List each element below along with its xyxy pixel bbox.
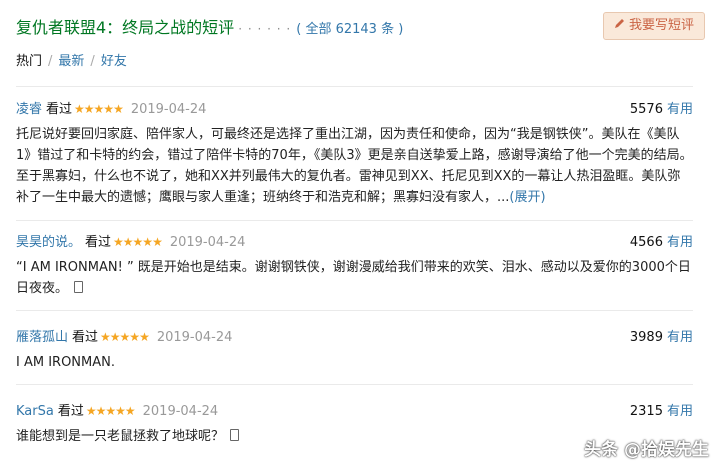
useful-button[interactable]: 有用 [667,235,693,250]
review-status: 看过 [57,404,84,419]
vote-area: 2315 有用 [630,400,693,419]
review-username[interactable]: 雁落孤山 [16,330,68,345]
review-username[interactable]: 昊昊的说。 [16,235,81,250]
pencil-icon [614,13,625,39]
review-username[interactable]: 凌睿 [16,102,42,117]
review-text: I AM IRONMAN. [16,355,115,370]
review-meta: 昊昊的说。 看过 ★★★★★ 2019-04-24 4566 有用 [16,231,693,251]
rating-stars: ★★★★★ [74,102,124,116]
review-date: 2019-04-24 [142,404,219,419]
expand-link[interactable]: (展开) [509,190,545,205]
title-text: 复仇者联盟4：终局之战的短评 [16,18,235,37]
review-status: 看过 [72,330,99,345]
useful-button[interactable]: 有用 [667,330,693,345]
review-text: 谁能想到是一只老鼠拯救了地球呢？ [16,429,225,444]
vote-count: 5576 [629,102,663,117]
rating-stars: ★★★★★ [113,235,163,249]
sort-tabs: 热门 / 最新 / 好友 [16,50,127,69]
divider [16,384,693,385]
rating-stars: ★★★★★ [85,404,136,418]
useful-button[interactable]: 有用 [667,404,693,419]
tab-hot[interactable]: 热门 [16,54,42,69]
rating-stars: ★★★★★ [100,330,150,344]
write-review-label: 我要写短评 [628,18,694,33]
vote-area: 4566 有用 [630,231,693,250]
review-date: 2019-04-24 [156,330,233,345]
title-dots: · · · · · · [238,22,292,36]
review-text: 托尼说好要回归家庭、陪伴家人，可最终还是选择了重出江湖，因为责任和使命，因为“我… [16,127,693,205]
review-date: 2019-04-24 [130,102,207,117]
review-meta: KarSa 看过 ★★★★★ 2019-04-24 2315 有用 [16,400,693,420]
review-item: 昊昊的说。 看过 ★★★★★ 2019-04-24 4566 有用 “I AM IRON… [16,231,693,299]
review-meta: 雁落孤山 看过 ★★★★★ 2019-04-24 3989 有用 [16,326,693,346]
review-status: 看过 [85,235,112,250]
review-content: 托尼说好要回归家庭、陪伴家人，可最终还是选择了重出江湖，因为责任和使命，因为“我… [16,124,693,208]
mobile-icon [74,281,84,293]
vote-count: 3989 [629,330,663,345]
divider [16,310,693,311]
tab-separator: / [90,54,95,69]
review-username[interactable]: KarSa [16,404,54,419]
tab-separator: / [48,54,53,69]
vote-count: 2315 [629,404,663,419]
review-date: 2019-04-24 [169,235,246,250]
tab-latest[interactable]: 最新 [58,54,84,69]
vote-area: 3989 有用 [630,326,693,345]
divider [16,86,693,87]
divider [16,220,693,221]
page-title: 复仇者联盟4：终局之战的短评 · · · · · · ( 全部 62143 条 ) [16,14,403,38]
review-count: ( 全部 62143 条 ) [296,22,404,37]
header: 复仇者联盟4：终局之战的短评 · · · · · · ( 全部 62143 条 )… [16,12,705,40]
vote-area: 5576 有用 [630,98,693,117]
review-status: 看过 [46,102,73,117]
review-text: “I AM IRONMAN! ” 既是开始也是结束。谢谢钢铁侠，谢谢漫威给我们带… [16,260,691,296]
useful-button[interactable]: 有用 [667,102,693,117]
write-review-button[interactable]: 我要写短评 [602,12,705,40]
review-item: 凌睿 看过 ★★★★★ 2019-04-24 5576 有用 托尼说好要回归家庭、陪伴家… [16,98,693,208]
vote-count: 4566 [629,235,663,250]
review-meta: 凌睿 看过 ★★★★★ 2019-04-24 5576 有用 [16,98,693,118]
tab-friends[interactable]: 好友 [101,54,127,69]
review-content: “I AM IRONMAN! ” 既是开始也是结束。谢谢钢铁侠，谢谢漫威给我们带… [16,257,693,299]
review-item: 雁落孤山 看过 ★★★★★ 2019-04-24 3989 有用 I AM IRONMA… [16,326,693,373]
watermark: 头条 @拾娱先生 [584,440,709,460]
mobile-icon [230,429,240,441]
review-content: I AM IRONMAN. [16,352,693,373]
